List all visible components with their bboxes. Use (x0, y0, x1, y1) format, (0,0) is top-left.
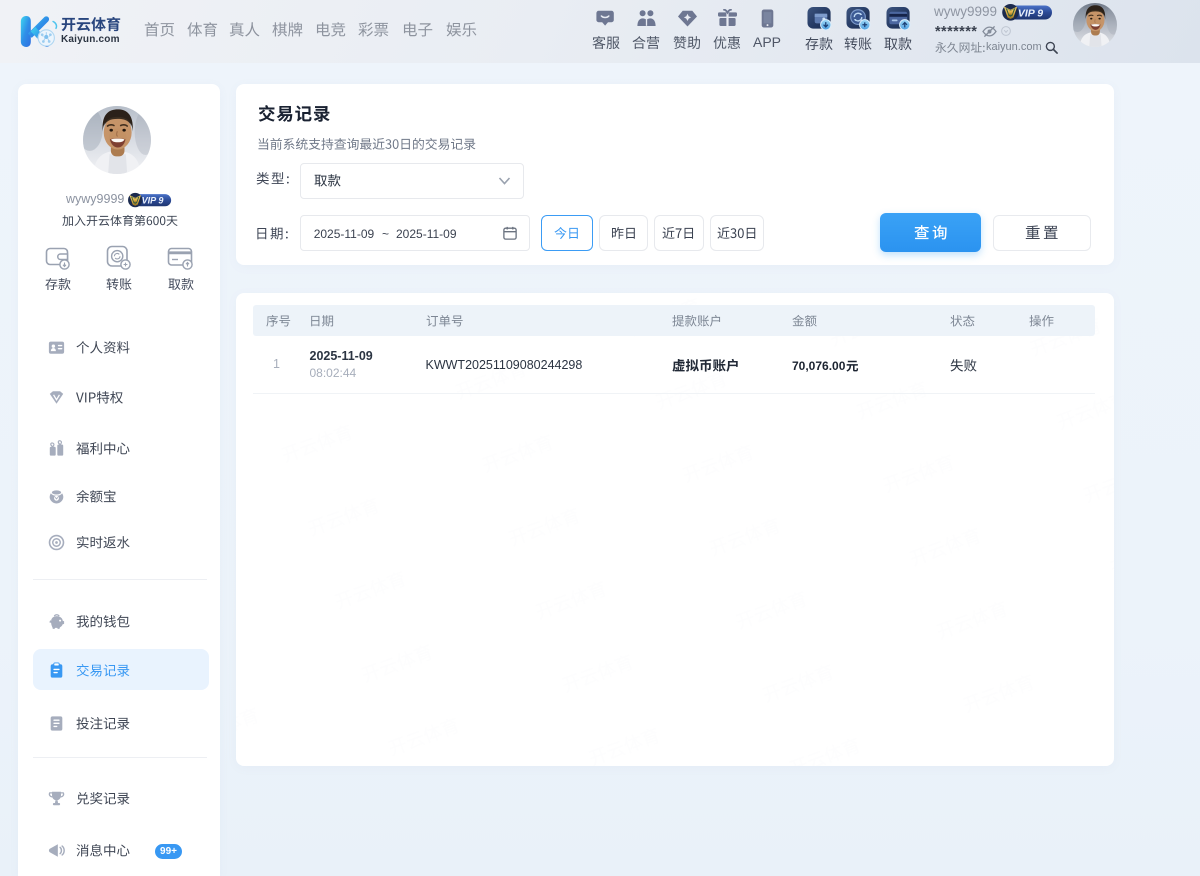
svg-text:VIP 9: VIP 9 (1018, 7, 1043, 19)
svg-text:VIP 9: VIP 9 (142, 196, 165, 206)
